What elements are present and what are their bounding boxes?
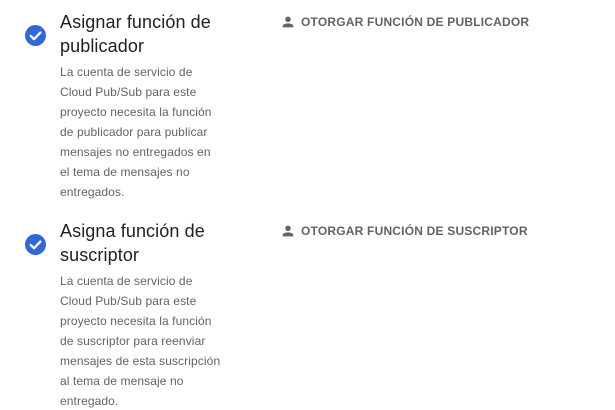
check-circle-icon [25, 234, 46, 255]
dead-letter-permissions-panel: Asignar función de publicador La cuenta … [0, 0, 615, 410]
person-icon [282, 225, 294, 237]
description-line: el tema de mensajes no [60, 165, 190, 179]
step-content: Asignar función de publicador La cuenta … [60, 10, 240, 202]
step-title-line: Asigna función de [60, 221, 205, 241]
grant-publisher-role-label: OTORGAR FUNCIÓN DE PUBLICADOR [301, 15, 530, 29]
description-line: entregado. [60, 394, 119, 408]
description-line: proyecto necesita la función [60, 314, 212, 328]
description-line: mensajes de esta suscripción [60, 354, 221, 368]
description-line: La cuenta de servicio de [60, 65, 193, 79]
grant-subscriber-role-button[interactable]: OTORGAR FUNCIÓN DE SUSCRIPTOR [280, 221, 528, 241]
description-line: Cloud Pub/Sub para este [60, 294, 197, 308]
description-line: al tema de mensaje no [60, 374, 184, 388]
step-description: La cuenta de servicio de Cloud Pub/Sub p… [60, 62, 240, 202]
step-content: Asigna función de suscriptor La cuenta d… [60, 219, 240, 410]
step-description: La cuenta de servicio de Cloud Pub/Sub p… [60, 271, 240, 410]
description-line: La cuenta de servicio de [60, 274, 193, 288]
description-line: Cloud Pub/Sub para este [60, 85, 197, 99]
grant-subscriber-role-label: OTORGAR FUNCIÓN DE SUSCRIPTOR [301, 224, 528, 238]
description-line: de publicador para publicar [60, 125, 208, 139]
step-title-line: publicador [60, 36, 145, 56]
step-title: Asigna función de suscriptor [60, 219, 240, 267]
step-title: Asignar función de publicador [60, 10, 240, 58]
check-circle-icon [25, 25, 46, 46]
grant-publisher-role-button[interactable]: OTORGAR FUNCIÓN DE PUBLICADOR [280, 12, 529, 32]
step-title-line: Asignar función de [60, 12, 211, 32]
person-icon [282, 16, 294, 28]
description-line: entregados. [60, 185, 125, 199]
description-line: mensajes no entregados en [60, 145, 211, 159]
description-line: de suscriptor para reenviar [60, 334, 206, 348]
step-title-line: suscriptor [60, 245, 140, 265]
description-line: proyecto necesita la función [60, 105, 212, 119]
